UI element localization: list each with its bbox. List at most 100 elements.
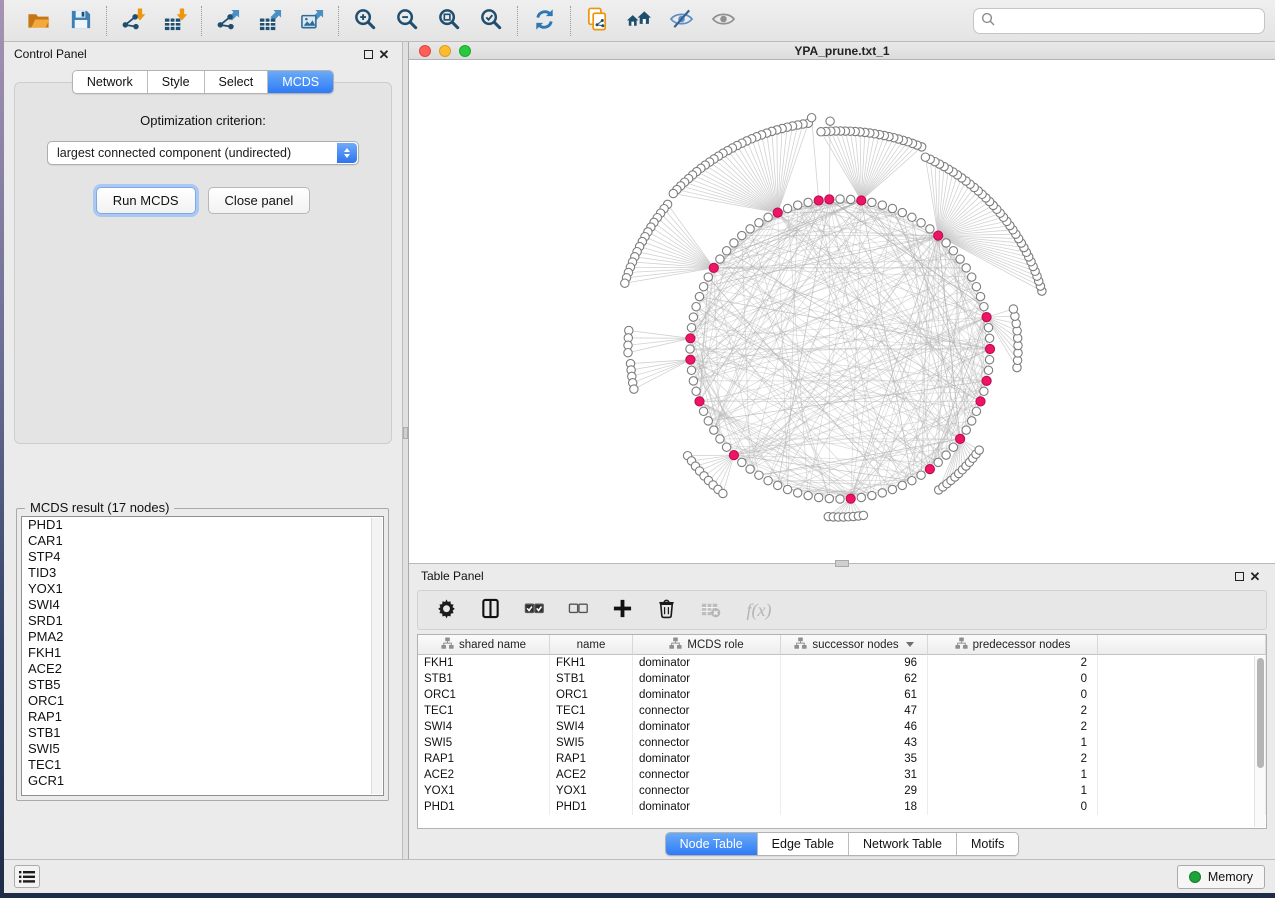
unselect-all-button[interactable] xyxy=(566,598,590,622)
close-panel-button[interactable]: ✕ xyxy=(376,46,392,62)
network-from-selection-button[interactable] xyxy=(583,7,611,35)
table-row[interactable]: SWI5SWI5connector431 xyxy=(418,735,1266,751)
import-network-button[interactable] xyxy=(119,7,147,35)
search-box[interactable] xyxy=(973,8,1265,34)
desktop-wallpaper: Control Panel ✕ NetworkStyleSelectMCDS O… xyxy=(0,0,1275,898)
run-mcds-button[interactable]: Run MCDS xyxy=(96,187,196,214)
column-type-icon xyxy=(669,637,682,653)
mcds-result-item[interactable]: STP4 xyxy=(22,549,383,565)
table-cell: 62 xyxy=(781,671,928,687)
apply-function-icon: f(x) xyxy=(747,600,772,621)
table-cell: dominator xyxy=(633,687,781,703)
mcds-result-item[interactable]: PHD1 xyxy=(22,517,383,533)
table-cell: dominator xyxy=(633,655,781,671)
column-header-shared-name[interactable]: shared name xyxy=(418,635,550,655)
close-panel-action-button[interactable]: Close panel xyxy=(208,187,311,214)
mcds-list-scrollbar[interactable] xyxy=(371,518,382,794)
table-cell: 0 xyxy=(928,799,1098,815)
task-history-button[interactable] xyxy=(14,865,40,888)
select-all-button[interactable] xyxy=(522,598,546,622)
mcds-result-item[interactable]: YOX1 xyxy=(22,581,383,597)
tab-motifs[interactable]: Motifs xyxy=(957,833,1018,855)
mcds-result-item[interactable]: STB1 xyxy=(22,725,383,741)
criterion-select[interactable]: largest connected component (undirected) xyxy=(47,141,359,165)
table-row[interactable]: PHD1PHD1dominator180 xyxy=(418,799,1266,815)
column-label: shared name xyxy=(459,639,526,651)
table-close-button[interactable]: ✕ xyxy=(1247,568,1263,584)
table-row[interactable]: SWI4SWI4dominator462 xyxy=(418,719,1266,735)
table-cell xyxy=(1098,735,1266,751)
save-button[interactable] xyxy=(66,7,94,35)
float-panel-button[interactable] xyxy=(360,46,376,62)
tab-select[interactable]: Select xyxy=(205,71,269,93)
column-header-name[interactable]: name xyxy=(550,635,633,655)
search-input[interactable] xyxy=(1000,14,1257,28)
mcds-result-item[interactable]: SWI4 xyxy=(22,597,383,613)
zoom-selected-button[interactable] xyxy=(477,7,505,35)
open-file-button[interactable] xyxy=(24,7,52,35)
show-columns-button[interactable] xyxy=(478,598,502,622)
table-cell: connector xyxy=(633,703,781,719)
tab-network[interactable]: Network xyxy=(73,71,148,93)
mcds-result-item[interactable]: SRD1 xyxy=(22,613,383,629)
horizontal-splitter-grip[interactable] xyxy=(835,560,849,567)
window-minimize-icon[interactable] xyxy=(439,45,451,57)
tab-node-table[interactable]: Node Table xyxy=(666,833,758,855)
mcds-result-item[interactable]: TID3 xyxy=(22,565,383,581)
mcds-result-item[interactable]: CAR1 xyxy=(22,533,383,549)
show-neighbors-button[interactable] xyxy=(625,7,653,35)
column-header-predecessor-nodes[interactable]: predecessor nodes xyxy=(928,635,1098,655)
tab-style[interactable]: Style xyxy=(148,71,205,93)
network-from-selection-icon xyxy=(585,7,610,35)
mcds-result-item[interactable]: PMA2 xyxy=(22,629,383,645)
zoom-selected-icon xyxy=(479,7,504,35)
import-table-button[interactable] xyxy=(161,7,189,35)
network-canvas[interactable] xyxy=(409,60,1275,563)
add-column-button[interactable] xyxy=(610,598,634,622)
sort-descending-icon xyxy=(906,642,914,647)
table-row[interactable]: YOX1YOX1connector291 xyxy=(418,783,1266,799)
delete-columns-button[interactable] xyxy=(654,598,678,622)
table-row[interactable]: FKH1FKH1dominator962 xyxy=(418,655,1266,671)
network-nodes[interactable] xyxy=(621,114,1047,522)
window-close-icon[interactable] xyxy=(419,45,431,57)
settings-gear-button[interactable] xyxy=(434,598,458,622)
hide-selected-button[interactable] xyxy=(667,7,695,35)
delete-columns-icon xyxy=(656,598,677,622)
table-row[interactable]: ACE2ACE2connector311 xyxy=(418,767,1266,783)
mcds-result-item[interactable]: STB5 xyxy=(22,677,383,693)
tab-mcds[interactable]: MCDS xyxy=(268,71,333,93)
table-row[interactable]: TEC1TEC1connector472 xyxy=(418,703,1266,719)
table-scrollbar-thumb[interactable] xyxy=(1257,658,1264,768)
mcds-result-list[interactable]: PHD1CAR1STP4TID3YOX1SWI4SRD1PMA2FKH1ACE2… xyxy=(21,516,384,796)
mcds-result-item[interactable]: RAP1 xyxy=(22,709,383,725)
column-header-successor-nodes[interactable]: successor nodes xyxy=(781,635,928,655)
memory-button[interactable]: Memory xyxy=(1177,865,1265,889)
column-header-MCDS-role[interactable]: MCDS role xyxy=(633,635,781,655)
tab-edge-table[interactable]: Edge Table xyxy=(758,833,849,855)
zoom-out-button[interactable] xyxy=(393,7,421,35)
vertical-splitter-grip[interactable] xyxy=(403,427,408,439)
table-row[interactable]: STB1STB1dominator620 xyxy=(418,671,1266,687)
zoom-fit-button[interactable] xyxy=(435,7,463,35)
table-scrollbar[interactable] xyxy=(1254,656,1265,827)
table-float-button[interactable] xyxy=(1231,568,1247,584)
mcds-result-item[interactable]: ACE2 xyxy=(22,661,383,677)
mcds-result-item[interactable]: ORC1 xyxy=(22,693,383,709)
vertical-splitter[interactable] xyxy=(402,42,409,859)
mcds-result-item[interactable]: GCR1 xyxy=(22,773,383,789)
mcds-result-item[interactable]: FKH1 xyxy=(22,645,383,661)
mcds-result-item[interactable]: TEC1 xyxy=(22,757,383,773)
export-network-button[interactable] xyxy=(214,7,242,35)
table-row[interactable]: RAP1RAP1dominator352 xyxy=(418,751,1266,767)
window-maximize-icon[interactable] xyxy=(459,45,471,57)
refresh-layout-button[interactable] xyxy=(530,7,558,35)
export-table-button[interactable] xyxy=(256,7,284,35)
table-cell: ACE2 xyxy=(550,767,633,783)
export-image-button[interactable] xyxy=(298,7,326,35)
mcds-result-item[interactable]: SWI5 xyxy=(22,741,383,757)
tab-network-table[interactable]: Network Table xyxy=(849,833,957,855)
show-hidden-button[interactable] xyxy=(709,7,737,35)
table-row[interactable]: ORC1ORC1dominator610 xyxy=(418,687,1266,703)
zoom-in-button[interactable] xyxy=(351,7,379,35)
